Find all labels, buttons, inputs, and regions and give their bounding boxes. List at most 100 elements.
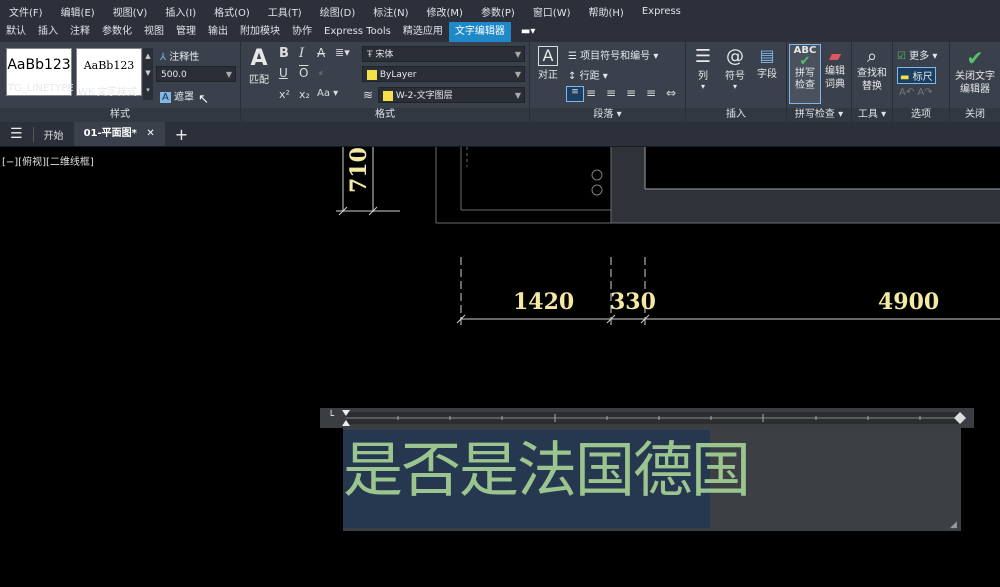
tab-stop-icon[interactable]: └ (328, 411, 334, 422)
chevron-down-icon: ▼ (514, 50, 521, 59)
add-tab-icon[interactable]: + (165, 125, 198, 144)
undo-redo-buttons[interactable]: A↶ A↷ (899, 87, 933, 98)
field-button[interactable]: ▤ 字段 (752, 46, 782, 80)
symbol-button[interactable]: @ 符号 ▾ (720, 46, 750, 91)
more-dropdown[interactable]: ☑ 更多 ▾ (897, 47, 937, 62)
dimension-1420[interactable]: 1420 (513, 289, 574, 315)
dictionary-icon: ▰ (828, 46, 842, 65)
list-icon: ☰ (568, 51, 577, 62)
ruler-toggle[interactable]: ▬ 标尺 (897, 67, 936, 84)
insert-panel: ☰ 列 ▾ @ 符号 ▾ ▤ 字段 插入 (686, 42, 787, 122)
font-value: 宋体 (375, 50, 394, 60)
style-gallery-scroll[interactable]: ▲ ▼ ▾ (143, 48, 153, 100)
tab-manage[interactable]: 管理 (170, 22, 202, 42)
tab-express-tools[interactable]: Express Tools (318, 22, 397, 42)
stack-button[interactable]: ≣▾ (335, 46, 350, 59)
columns-icon: ☰ (694, 46, 712, 67)
layer-combo[interactable]: W-2-文字图层 ▼ (378, 87, 525, 103)
dimension-4900[interactable]: 4900 (878, 289, 939, 315)
layer-stack-icon: ≋ (363, 88, 374, 102)
mask-button[interactable]: A 遮罩 (160, 88, 194, 103)
menu-window[interactable]: 窗口(W) (524, 4, 580, 19)
subscript-button[interactable]: x₂ (299, 88, 310, 101)
tab-featured-apps[interactable]: 精选应用 (397, 22, 449, 42)
tab-text-editor[interactable]: 文字编辑器 (448, 22, 511, 42)
dimension-710[interactable]: 710 (346, 147, 372, 193)
fixture-circle (591, 169, 603, 181)
tab-view[interactable]: 视图 (138, 22, 170, 42)
chevron-down-icon: ▾ (732, 82, 737, 91)
chevron-down-icon: ▾ (700, 82, 705, 91)
tab-addins[interactable]: 附加模块 (234, 22, 286, 42)
line-spacing-icon: ↕ (568, 71, 577, 82)
checkmark-icon: ✔ (966, 46, 984, 70)
menu-parameter[interactable]: 参数(P) (472, 4, 524, 19)
resize-grip-icon[interactable]: ◢ (950, 520, 957, 530)
menu-tools[interactable]: 工具(T) (259, 4, 311, 19)
oblique-button[interactable]: ⸗ (319, 66, 323, 79)
doc-tab-active-label: 01-平面图* (83, 128, 137, 139)
brush-icon: A (250, 46, 268, 71)
tab-output[interactable]: 输出 (202, 22, 234, 42)
menu-modify[interactable]: 修改(M) (418, 4, 472, 19)
tab-insert[interactable]: 插入 (32, 22, 64, 42)
justify-button[interactable]: A 对正 (533, 46, 563, 81)
underline-button[interactable]: U (279, 66, 288, 80)
italic-button[interactable]: I (299, 46, 304, 61)
find-replace-button[interactable]: ⌕ 查找和替换 (854, 46, 890, 93)
text-height-combo[interactable]: 500.0 ▼ (156, 66, 236, 82)
align-right-button[interactable]: ≡ (606, 86, 616, 100)
close-icon[interactable]: ✕ (146, 128, 154, 139)
tab-default[interactable]: 默认 (0, 22, 32, 42)
more-label: 更多 (909, 51, 930, 62)
line-spacing-dropdown[interactable]: ↕ 行距 ▾ (568, 67, 608, 82)
tab-extra-dropdown[interactable]: ▬▾ (511, 22, 545, 42)
tab-collaborate[interactable]: 协作 (286, 22, 318, 42)
color-swatch-icon (367, 69, 377, 80)
tab-annotate[interactable]: 注释 (64, 22, 96, 42)
menu-edit[interactable]: 编辑(E) (52, 4, 104, 19)
bullets-dropdown[interactable]: ☰ 项目符号和编号 ▾ (568, 47, 658, 62)
layer-swatch-icon (383, 90, 393, 101)
paragraph-settings-button[interactable]: ⇔ (666, 86, 676, 100)
menu-format[interactable]: 格式(O) (205, 4, 259, 19)
spell-panel-title-text: 拼写检查 (794, 109, 835, 120)
wall-inner (645, 147, 1000, 189)
menu-help[interactable]: 帮助(H) (580, 4, 633, 19)
annotative-toggle[interactable]: ⅄ 注释性 (160, 48, 199, 63)
layer-value: W-2-文字图层 (395, 91, 453, 101)
menu-draw[interactable]: 绘图(D) (311, 4, 365, 19)
tools-panel-title: 工具 ▾ (852, 108, 892, 122)
distribute-button[interactable]: ≡ (646, 86, 656, 100)
match-properties-button[interactable]: A 匹配 (245, 46, 273, 86)
color-combo[interactable]: ByLayer ▼ (362, 66, 525, 82)
mtext-content[interactable]: 是否是法国德国 (343, 422, 751, 509)
justify-align-button[interactable]: ≡ (626, 86, 636, 100)
menu-dimension[interactable]: 标注(N) (364, 4, 417, 19)
doc-tab-active[interactable]: 01-平面图* ✕ (73, 122, 165, 146)
strikethrough-button[interactable]: A (317, 46, 325, 60)
dimension-330[interactable]: 330 (610, 289, 656, 315)
ribbon-tab-bar: 默认 插入 注释 参数化 视图 管理 输出 附加模块 协作 Express To… (0, 22, 1000, 43)
menu-express[interactable]: Express (633, 6, 690, 17)
edit-dictionary-button[interactable]: ▰ 编辑词典 (821, 46, 849, 91)
menu-file[interactable]: 文件(F) (0, 4, 52, 19)
align-left-button[interactable]: ≡ (566, 86, 584, 102)
close-text-editor-button[interactable]: ✔ 关闭文字编辑器 (950, 46, 1000, 96)
hamburger-menu-icon[interactable]: ☰ (0, 126, 33, 142)
insert-panel-title: 插入 (686, 108, 786, 122)
tab-parametric[interactable]: 参数化 (96, 22, 138, 42)
doc-tab-start[interactable]: 开始 (32, 126, 74, 142)
align-center-button[interactable]: ≡ (586, 86, 596, 100)
columns-button[interactable]: ☰ 列 ▾ (688, 46, 718, 91)
overline-button[interactable]: O (299, 66, 308, 80)
superscript-button[interactable]: x² (279, 88, 290, 101)
bold-button[interactable]: B (279, 46, 289, 61)
close-panel: ✔ 关闭文字编辑器 关闭 (950, 42, 1000, 122)
change-case-button[interactable]: Aa ▾ (317, 88, 338, 99)
menu-view[interactable]: 视图(V) (104, 4, 157, 19)
font-combo[interactable]: Ŧ 宋体 ▼ (362, 46, 525, 62)
fixture-circle (591, 184, 603, 196)
spell-check-button[interactable]: ABC ✔ 拼写检查 (789, 44, 821, 104)
menu-insert[interactable]: 插入(I) (156, 4, 205, 19)
